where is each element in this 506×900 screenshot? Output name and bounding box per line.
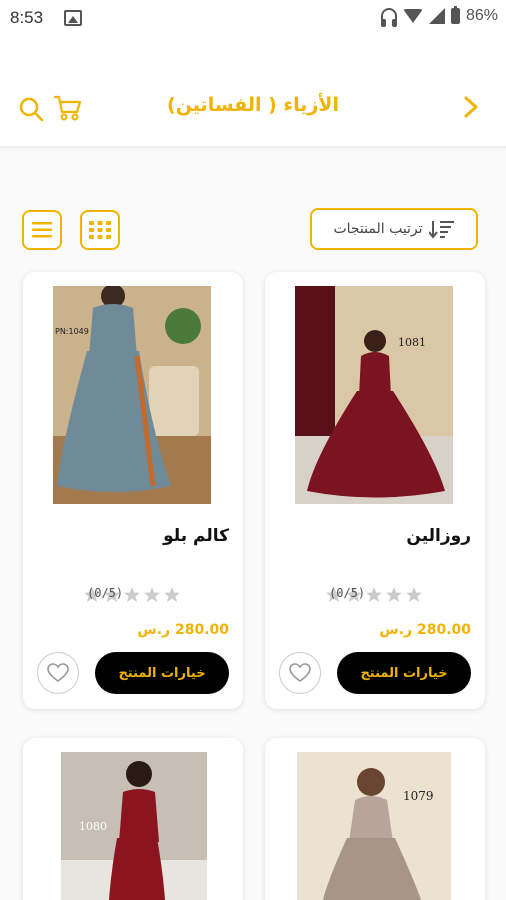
product-card[interactable]: 1079 bbox=[265, 738, 485, 900]
product-options-button[interactable]: خيارات المنتج bbox=[337, 652, 471, 694]
battery-icon bbox=[450, 6, 460, 24]
product-image[interactable]: 1080 bbox=[61, 752, 207, 900]
product-card[interactable]: PN:1049 كالم بلو (0/5) 280.00 ر.س خيارات… bbox=[23, 272, 243, 709]
rating-count: (0/5) bbox=[87, 586, 124, 600]
battery-percent: 86% bbox=[465, 7, 498, 24]
list-icon bbox=[32, 222, 52, 238]
status-time: 8:53 bbox=[10, 8, 44, 27]
heart-icon bbox=[289, 663, 311, 682]
list-view-button[interactable] bbox=[22, 210, 62, 250]
product-image[interactable]: PN:1049 bbox=[53, 286, 211, 504]
wifi-icon bbox=[402, 9, 423, 23]
product-badge: 1081 bbox=[398, 336, 426, 349]
grid-view-button[interactable] bbox=[80, 210, 120, 250]
heart-icon bbox=[47, 663, 69, 682]
favorite-button[interactable] bbox=[37, 652, 79, 694]
product-image[interactable]: 1081 bbox=[295, 286, 453, 504]
sort-label: ترتيب المنتجات bbox=[333, 221, 423, 237]
chevron-right-icon[interactable] bbox=[460, 96, 482, 118]
grid-icon bbox=[89, 221, 111, 239]
product-name[interactable]: كالم بلو bbox=[163, 526, 229, 546]
product-card[interactable]: 1081 روزالين (0/5) 280.00 ر.س خيارات الم… bbox=[265, 272, 485, 709]
product-card[interactable]: 1080 bbox=[23, 738, 243, 900]
sort-products-button[interactable]: ترتيب المنتجات bbox=[310, 208, 478, 250]
gallery-notification-icon bbox=[64, 10, 82, 26]
status-bar: 8:53 86% bbox=[0, 0, 506, 36]
product-options-button[interactable]: خيارات المنتج bbox=[95, 652, 229, 694]
app-header: الأزياء ( الفساتين) bbox=[0, 36, 506, 148]
product-image[interactable]: 1079 bbox=[297, 752, 451, 900]
product-name[interactable]: روزالين bbox=[406, 526, 471, 546]
headset-icon bbox=[380, 8, 397, 27]
rating-count: (0/5) bbox=[329, 586, 366, 600]
product-badge: 1080 bbox=[79, 820, 107, 833]
product-badge: 1079 bbox=[403, 789, 434, 803]
product-price: 280.00 ر.س bbox=[379, 622, 471, 638]
product-toolbar: ترتيب المنتجات bbox=[0, 204, 506, 254]
product-price: 280.00 ر.س bbox=[137, 622, 229, 638]
favorite-button[interactable] bbox=[279, 652, 321, 694]
sort-icon bbox=[428, 221, 454, 239]
product-badge: PN:1049 bbox=[55, 327, 89, 336]
page-title: الأزياء ( الفساتين) bbox=[167, 94, 339, 116]
signal-icon bbox=[428, 8, 445, 24]
status-icons: 86% bbox=[380, 6, 498, 27]
